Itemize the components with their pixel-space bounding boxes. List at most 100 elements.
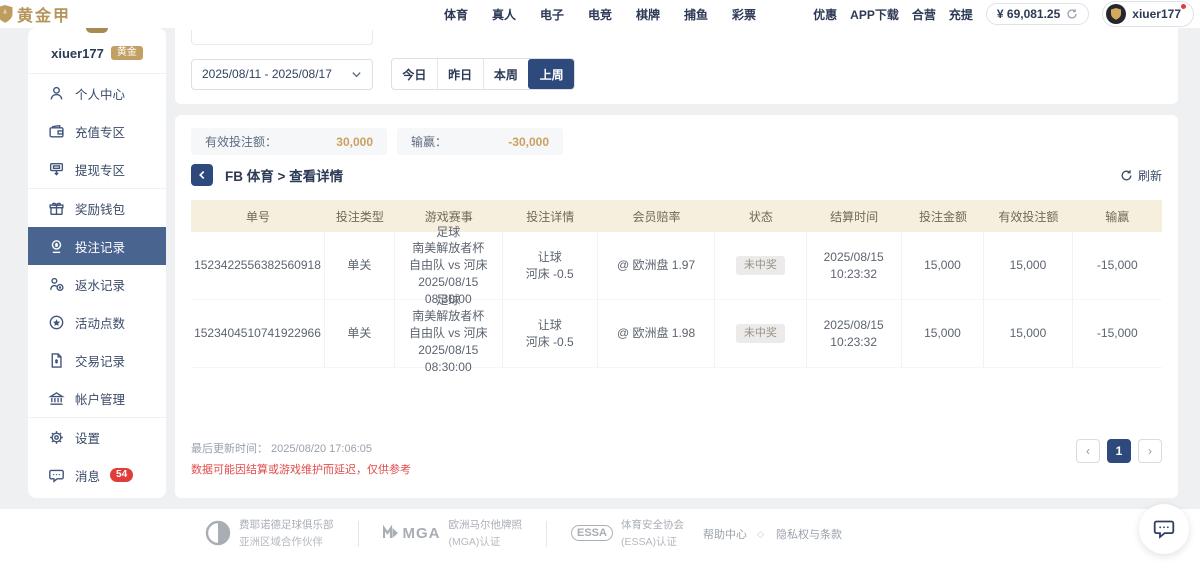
sidebar-item-label: 充值专区 xyxy=(75,122,125,141)
bank-icon xyxy=(48,390,65,407)
game-select-cropped[interactable] xyxy=(191,30,373,45)
records-card: 有效投注额： 30,000 输赢： -30,000 FB 体育 > 查看详情 刷… xyxy=(175,115,1178,498)
col-game-event: 游戏赛事 xyxy=(395,208,503,225)
summary-chips: 有效投注额： 30,000 输赢： -30,000 xyxy=(191,128,563,155)
sidebar-item-label: 个人中心 xyxy=(75,84,125,103)
customer-service-chat-button[interactable] xyxy=(1139,504,1189,554)
bet-records-table: 单号 投注类型 游戏赛事 投注详情 会员赔率 状态 结算时间 投注金额 有效投注… xyxy=(191,200,1162,368)
last-updated-text: 最后更新时间： 2025/08/20 17:06:05 xyxy=(191,440,411,456)
cell-game-event: 足球 南美解放者杯 自由队 vs 河床 2025/08/15 08:30:00 xyxy=(395,300,503,367)
valid-bet-value: 30,000 xyxy=(336,135,373,149)
topbar-username: xiuer177 xyxy=(1132,7,1181,21)
last-week-button[interactable]: 上周 xyxy=(528,59,574,89)
user-icon xyxy=(48,85,65,102)
cell-winloss: -15,000 xyxy=(1073,300,1162,367)
col-status: 状态 xyxy=(715,208,806,225)
link-deposit-withdraw[interactable]: 充提 xyxy=(949,6,973,23)
sidebar-item-label: 交易记录 xyxy=(75,351,125,370)
menu-sports[interactable]: 体育 xyxy=(444,6,468,23)
cell-odds: @ 欧洲盘 1.97 xyxy=(598,232,715,299)
table-row: 1523422556382560918 单关 足球 南美解放者杯 自由队 vs … xyxy=(191,232,1162,300)
cert-club-title: 费耶诺德足球俱乐部 xyxy=(239,517,334,532)
sidebar-item-label: 投注记录 xyxy=(75,237,125,256)
topbar-right: 优惠 APP下载 合营 充提 ¥ 69,081.25 xiuer177 xyxy=(813,1,1194,27)
update-note: 最后更新时间： 2025/08/20 17:06:05 数据可能因结算或游戏维护… xyxy=(191,440,411,477)
valid-bet-label: 有效投注额： xyxy=(205,133,277,150)
atm-withdraw-icon xyxy=(48,161,65,178)
refresh-button[interactable]: 刷新 xyxy=(1120,167,1162,184)
mga-logo: MGA xyxy=(383,525,441,542)
refresh-balance-icon[interactable] xyxy=(1066,8,1078,20)
pagination: ‹ 1 › xyxy=(1076,439,1162,463)
menu-cards[interactable]: 棋牌 xyxy=(636,6,660,23)
help-center-link[interactable]: 帮助中心 xyxy=(703,526,747,542)
cert-mga: MGA 欧洲马尔他牌照 (MGA)认证 xyxy=(359,517,547,549)
balance-display[interactable]: ¥ 69,081.25 xyxy=(986,3,1089,25)
sidebar-item-bet-records[interactable]: 投注记录 xyxy=(28,227,166,265)
sidebar-item-account-management[interactable]: 帐户管理 xyxy=(28,379,166,417)
prev-page-button[interactable]: ‹ xyxy=(1076,439,1100,463)
sidebar-item-settings[interactable]: 设置 xyxy=(28,418,166,456)
cell-bet-type: 单关 xyxy=(325,232,395,299)
col-bet-type: 投注类型 xyxy=(325,208,395,225)
essa-logo: ESSA xyxy=(571,525,613,541)
cell-bet-detail: 让球 河床 -0.5 xyxy=(503,232,598,299)
avatar xyxy=(1106,4,1126,24)
link-promotions[interactable]: 优惠 xyxy=(813,6,837,23)
this-week-button[interactable]: 本周 xyxy=(483,59,529,89)
user-account-button[interactable]: xiuer177 xyxy=(1102,1,1194,27)
notification-dot xyxy=(1181,4,1186,9)
date-range-picker[interactable]: 2025/08/11 - 2025/08/17 xyxy=(191,59,373,90)
page-1-button[interactable]: 1 xyxy=(1107,439,1131,463)
menu-slots[interactable]: 电子 xyxy=(540,6,564,23)
vip-level-badge: 黄金 xyxy=(111,46,143,60)
menu-live[interactable]: 真人 xyxy=(492,6,516,23)
next-page-button[interactable]: › xyxy=(1138,439,1162,463)
sidebar-user-row: xiuer177 黄金 xyxy=(28,33,166,73)
col-bet-detail: 投注详情 xyxy=(503,208,598,225)
link-partnership[interactable]: 合营 xyxy=(912,6,936,23)
link-app-download[interactable]: APP下载 xyxy=(850,6,899,23)
certifications: 费耶诺德足球俱乐部 亚洲区域合作伙伴 MGA 欧洲马尔他牌照 (MGA)认证 E… xyxy=(205,517,708,549)
cell-settle-time: 2025/08/15 10:23:32 xyxy=(807,232,902,299)
footer: 费耶诺德足球俱乐部 亚洲区域合作伙伴 MGA 欧洲马尔他牌照 (MGA)认证 E… xyxy=(0,509,1200,569)
date-range-value: 2025/08/11 - 2025/08/17 xyxy=(202,67,332,81)
sidebar-item-deposit[interactable]: 充值专区 xyxy=(28,112,166,150)
sidebar-item-reward-wallet[interactable]: 奖励钱包 xyxy=(28,189,166,227)
col-winloss: 输赢 xyxy=(1073,208,1162,225)
status-badge: 未中奖 xyxy=(736,324,785,343)
winloss-chip: 输赢： -30,000 xyxy=(397,128,563,155)
sidebar-item-rebate-records[interactable]: 返水记录 xyxy=(28,265,166,303)
sidebar-item-withdraw[interactable]: 提现专区 xyxy=(28,150,166,188)
privacy-terms-link[interactable]: 隐私权与条款 xyxy=(776,526,842,542)
status-badge: 未中奖 xyxy=(736,256,785,275)
menu-lottery[interactable]: 彩票 xyxy=(732,6,756,23)
sidebar-username: xiuer177 xyxy=(51,46,104,61)
bet-record-icon xyxy=(48,238,65,255)
brand-name: 黄金甲 xyxy=(17,2,71,26)
sidebar-item-personal-center[interactable]: 个人中心 xyxy=(28,74,166,112)
cell-odds: @ 欧洲盘 1.98 xyxy=(598,300,715,367)
sidebar-item-activity-points[interactable]: 活动点数 xyxy=(28,303,166,341)
sidebar-item-messages[interactable]: 消息 54 xyxy=(28,456,166,494)
back-button[interactable] xyxy=(191,164,213,186)
yesterday-button[interactable]: 昨日 xyxy=(437,59,483,89)
cert-club-subtitle: 亚洲区域合作伙伴 xyxy=(239,534,334,549)
today-button[interactable]: 今日 xyxy=(392,59,437,89)
menu-esports[interactable]: 电竞 xyxy=(588,6,612,23)
main-menu: 体育 真人 电子 电竞 棋牌 捕鱼 彩票 xyxy=(444,6,756,23)
cert-essa-title: 体育安全协会 xyxy=(621,517,684,532)
main-content: 2025/08/11 - 2025/08/17 今日 昨日 本周 上周 有效投注… xyxy=(175,0,1178,546)
cell-bet-detail: 让球 河床 -0.5 xyxy=(503,300,598,367)
cell-game-event: 足球 南美解放者杯 自由队 vs 河床 2025/08/15 08:30:00 xyxy=(395,232,503,299)
mga-logo-text: MGA xyxy=(403,525,441,542)
cell-status: 未中奖 xyxy=(715,232,806,299)
brand-logo[interactable]: 黄金甲 xyxy=(0,2,71,26)
menu-fishing[interactable]: 捕鱼 xyxy=(684,6,708,23)
footer-links: 帮助中心 ◇ 隐私权与条款 xyxy=(703,526,842,542)
sidebar-item-transaction-records[interactable]: 交易记录 xyxy=(28,341,166,379)
cell-valid-amount: 15,000 xyxy=(984,300,1072,367)
cert-mga-subtitle: (MGA)认证 xyxy=(449,534,523,549)
cell-order-id: 1523404510741922966 xyxy=(191,300,325,367)
table-row: 1523404510741922966 单关 足球 南美解放者杯 自由队 vs … xyxy=(191,300,1162,368)
